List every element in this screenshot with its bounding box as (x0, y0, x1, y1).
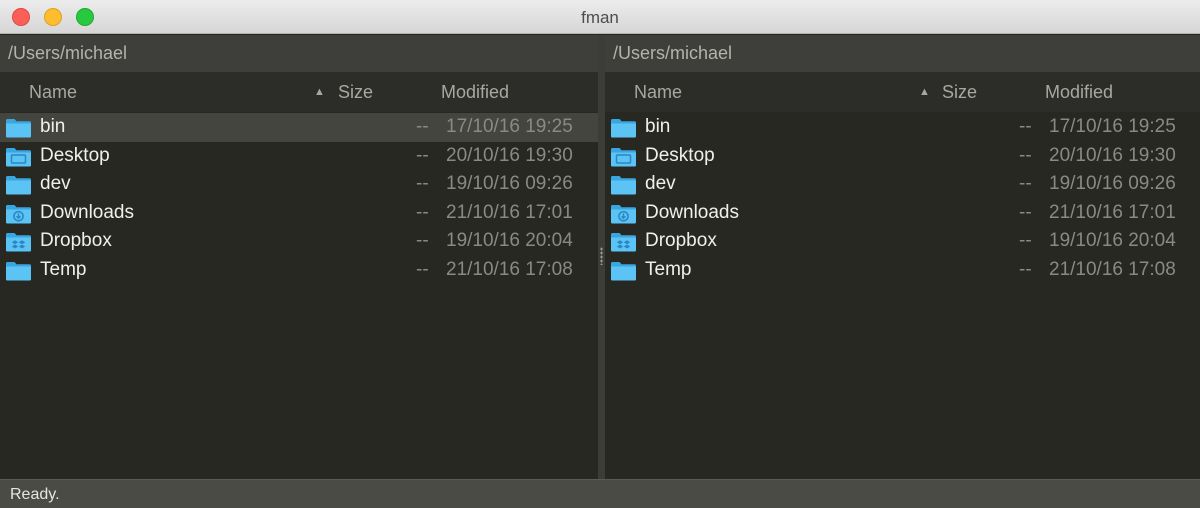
file-modified: 19/10/16 20:04 (446, 230, 573, 251)
folder-icon (6, 176, 31, 195)
file-modified: 20/10/16 19:30 (446, 144, 573, 166)
left-pane[interactable]: /Users/michael Name ▲ Size Modified bin … (0, 35, 598, 479)
file-modified: 17/10/16 19:25 (1049, 116, 1176, 137)
pane-splitter[interactable] (598, 35, 605, 479)
file-size: -- (1019, 173, 1032, 194)
left-file-list: bin -- 17/10/16 19:25 Desktop -- 20/10/1… (0, 112, 598, 284)
file-name: Dropbox (40, 230, 112, 251)
file-name: Temp (645, 258, 692, 280)
status-text: Ready. (10, 486, 60, 503)
size-column-header[interactable]: Size (338, 82, 373, 103)
file-row[interactable]: Temp -- 21/10/16 17:08 (605, 256, 1200, 285)
file-size: -- (416, 258, 429, 280)
file-modified: 19/10/16 09:26 (1049, 173, 1176, 194)
folder-icon (6, 119, 31, 138)
file-size: -- (1019, 116, 1032, 137)
sort-ascending-icon: ▲ (314, 86, 325, 98)
file-name: Dropbox (645, 230, 717, 251)
file-name: Desktop (645, 144, 715, 166)
modified-column-header[interactable]: Modified (1045, 82, 1113, 103)
window-title: fman (581, 8, 619, 27)
folder-icon (611, 176, 636, 195)
file-name: bin (40, 116, 66, 137)
file-row[interactable]: Downloads -- 21/10/16 17:01 (605, 199, 1200, 228)
file-row[interactable]: Dropbox -- 19/10/16 20:04 (0, 227, 598, 256)
splitter-grip-icon (600, 247, 603, 265)
file-row[interactable]: Desktop -- 20/10/16 19:30 (605, 142, 1200, 171)
status-bar: Ready. (0, 479, 1200, 508)
file-name: Temp (40, 258, 87, 280)
folder-icon (6, 261, 31, 280)
file-name: bin (645, 116, 671, 137)
file-modified: 19/10/16 20:04 (1049, 230, 1176, 251)
file-name: dev (40, 173, 71, 194)
file-modified: 17/10/16 19:25 (446, 116, 573, 137)
desktop-folder-icon (6, 147, 31, 166)
dropbox-folder-icon (6, 233, 31, 252)
file-modified: 21/10/16 17:01 (446, 201, 573, 223)
right-column-header: Name ▲ Size Modified (605, 72, 1200, 112)
folder-icon (611, 119, 636, 138)
file-row[interactable]: Desktop -- 20/10/16 19:30 (0, 142, 598, 171)
downloads-folder-icon (6, 204, 31, 223)
file-size: -- (1019, 144, 1032, 166)
file-size: -- (416, 173, 429, 194)
dropbox-folder-icon (611, 233, 636, 252)
file-size: -- (1019, 201, 1032, 223)
file-row[interactable]: bin -- 17/10/16 19:25 (0, 113, 598, 142)
folder-icon (611, 261, 636, 280)
app-window: fman /Users/michael Name ▲ Size Modified… (0, 0, 1200, 508)
right-path-bar[interactable]: /Users/michael (605, 35, 1200, 72)
file-name: Downloads (645, 201, 739, 223)
file-size: -- (416, 116, 429, 137)
left-column-header: Name ▲ Size Modified (0, 72, 598, 112)
name-column-header[interactable]: Name (29, 82, 77, 103)
file-row[interactable]: dev -- 19/10/16 09:26 (0, 170, 598, 199)
file-row[interactable]: Dropbox -- 19/10/16 20:04 (605, 227, 1200, 256)
size-column-header[interactable]: Size (942, 82, 977, 103)
file-size: -- (1019, 230, 1032, 251)
file-size: -- (416, 230, 429, 251)
file-modified: 19/10/16 09:26 (446, 173, 573, 194)
file-name: Desktop (40, 144, 110, 166)
file-name: dev (645, 173, 676, 194)
file-modified: 20/10/16 19:30 (1049, 144, 1176, 166)
name-column-header[interactable]: Name (634, 82, 682, 103)
title-bar[interactable]: fman (0, 0, 1200, 34)
desktop-folder-icon (611, 147, 636, 166)
file-name: Downloads (40, 201, 134, 223)
left-path-bar[interactable]: /Users/michael (0, 35, 598, 72)
sort-ascending-icon: ▲ (919, 86, 930, 98)
file-size: -- (1019, 258, 1032, 280)
file-modified: 21/10/16 17:08 (1049, 258, 1176, 280)
file-row[interactable]: Temp -- 21/10/16 17:08 (0, 256, 598, 285)
file-modified: 21/10/16 17:01 (1049, 201, 1176, 223)
file-row[interactable]: bin -- 17/10/16 19:25 (605, 113, 1200, 142)
file-size: -- (416, 201, 429, 223)
file-size: -- (416, 144, 429, 166)
file-row[interactable]: dev -- 19/10/16 09:26 (605, 170, 1200, 199)
right-pane[interactable]: /Users/michael Name ▲ Size Modified bin … (605, 35, 1200, 479)
modified-column-header[interactable]: Modified (441, 82, 509, 103)
downloads-folder-icon (611, 204, 636, 223)
file-row[interactable]: Downloads -- 21/10/16 17:01 (0, 199, 598, 228)
file-modified: 21/10/16 17:08 (446, 258, 573, 280)
right-file-list: bin -- 17/10/16 19:25 Desktop -- 20/10/1… (605, 112, 1200, 284)
